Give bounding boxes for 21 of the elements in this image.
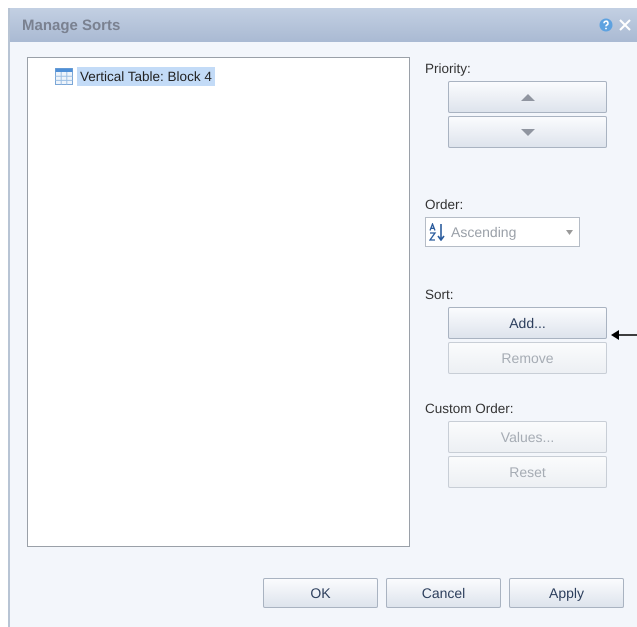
table-icon <box>55 68 73 85</box>
section-label: Custom Order: <box>425 401 514 416</box>
close-icon[interactable] <box>619 19 631 31</box>
window-title: Manage Sorts <box>22 16 120 34</box>
move-down-button[interactable] <box>448 116 607 148</box>
sort-ascending-icon <box>429 223 447 241</box>
move-up-button[interactable] <box>448 81 607 113</box>
caret-icon <box>566 230 573 234</box>
dialog-button[interactable]: OK <box>263 578 378 608</box>
up-triangle-icon <box>520 94 534 100</box>
sort-button[interactable]: Add... <box>448 307 607 339</box>
dialog-button[interactable]: Apply <box>509 578 624 608</box>
down-triangle-icon <box>520 128 534 136</box>
help-icon[interactable] <box>599 18 613 32</box>
section-label: Sort: <box>425 287 454 302</box>
dropdown-value: Ascending <box>451 224 518 240</box>
section-label: Order: <box>425 197 464 212</box>
tree-item[interactable]: Vertical Table: Block 4 <box>77 67 215 86</box>
annotation-arrow <box>611 330 637 340</box>
dialog-button[interactable]: Cancel <box>386 578 501 608</box>
section-label: Priority: <box>425 61 471 76</box>
